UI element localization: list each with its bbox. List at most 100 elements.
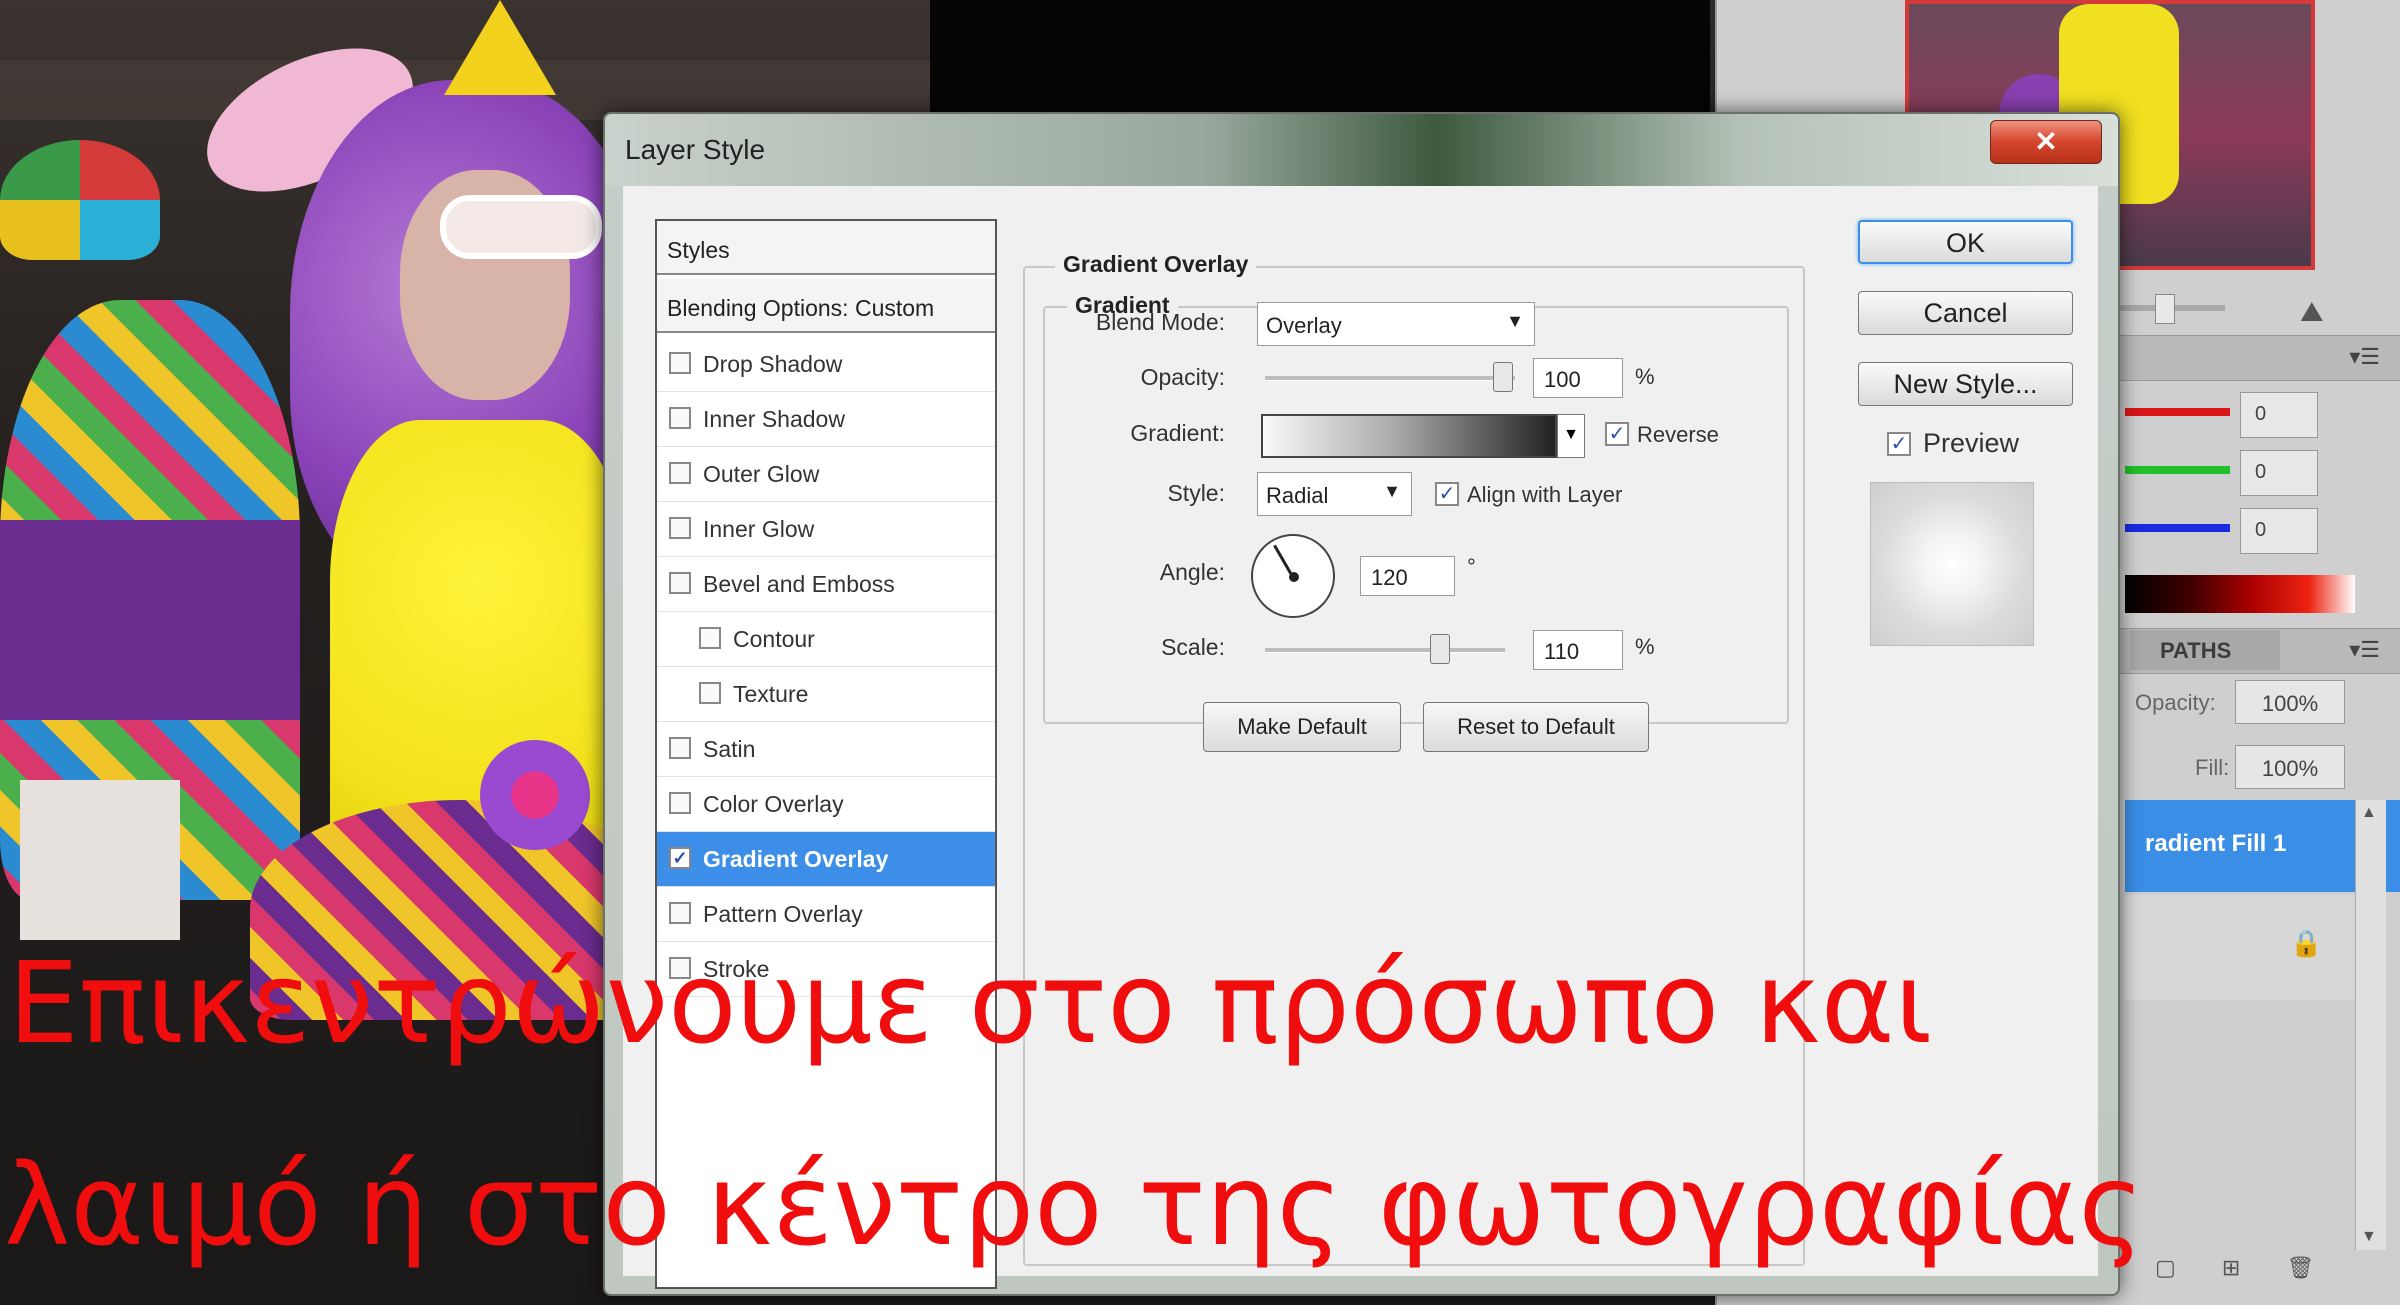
align-with-layer-label: Align with Layer — [1467, 482, 1623, 507]
style-item-label: Contour — [733, 626, 815, 652]
tab-paths[interactable]: PATHS — [2130, 630, 2280, 670]
styles-list: Styles Blending Options: Custom Drop Sha… — [655, 219, 997, 1289]
reverse-label: Reverse — [1637, 422, 1719, 447]
styles-header[interactable]: Styles — [657, 221, 995, 275]
style-item-checkbox[interactable] — [669, 407, 691, 429]
green-value[interactable]: 0 — [2240, 450, 2318, 496]
style-label: Style: — [1167, 480, 1225, 506]
gradient-swatch[interactable] — [1261, 414, 1557, 458]
blue-value[interactable]: 0 — [2240, 508, 2318, 554]
preview-checkbox[interactable]: ✓ — [1887, 432, 1911, 456]
subtitle-line-2: λαιμό ή στο κέντρο της φωτογραφίας — [4, 1141, 2145, 1271]
chevron-down-icon: ▼ — [1506, 311, 1524, 331]
flower-decoration — [480, 740, 590, 850]
style-item-checkbox[interactable] — [669, 902, 691, 924]
scale-label: Scale: — [1161, 634, 1225, 660]
panel-menu-icon[interactable]: ▾☰ — [2349, 344, 2380, 370]
new-style-button[interactable]: New Style... — [1858, 362, 2073, 406]
green-slider[interactable] — [2125, 466, 2230, 474]
style-item-label: Color Overlay — [703, 791, 844, 817]
style-item[interactable]: Drop Shadow — [657, 337, 995, 392]
scale-unit: % — [1635, 634, 1655, 659]
close-button[interactable]: ✕ — [1990, 120, 2102, 164]
opacity-label: Opacity: — [1140, 364, 1225, 390]
style-item[interactable]: Inner Glow — [657, 502, 995, 557]
layer-fill-label: Fill: — [2195, 755, 2230, 780]
style-value: Radial — [1266, 483, 1329, 508]
dark-area — [930, 0, 1710, 115]
gradient-overlay-title: Gradient Overlay — [1055, 251, 1257, 278]
scale-slider[interactable] — [1265, 648, 1505, 653]
style-item[interactable]: Bevel and Emboss — [657, 557, 995, 612]
make-default-button[interactable]: Make Default — [1203, 702, 1401, 752]
style-item[interactable]: Texture — [657, 667, 995, 722]
style-select[interactable]: Radial ▼ — [1257, 472, 1412, 516]
style-item-label: Gradient Overlay — [703, 846, 889, 872]
align-with-layer-checkbox[interactable]: ✓ — [1435, 482, 1459, 506]
cancel-button[interactable]: Cancel — [1858, 291, 2073, 335]
style-item-checkbox[interactable] — [669, 572, 691, 594]
opacity-unit: % — [1635, 364, 1655, 389]
red-slider[interactable] — [2125, 408, 2230, 416]
zoom-slider-thumb[interactable] — [2155, 294, 2175, 324]
style-item-checkbox[interactable] — [699, 682, 721, 704]
blend-mode-select[interactable]: Overlay ▼ — [1257, 302, 1535, 346]
opacity-field[interactable]: 100 — [1533, 358, 1623, 398]
zoom-in-icon[interactable]: ⛰ — [2300, 296, 2324, 329]
reverse-checkbox[interactable]: ✓ — [1605, 422, 1629, 446]
gradient-dropdown-icon[interactable]: ▼ — [1557, 414, 1585, 458]
scroll-up-icon[interactable]: ▲ — [2361, 804, 2377, 822]
panel-menu-icon[interactable]: ▾☰ — [2349, 637, 2380, 663]
style-item[interactable]: ✓ Gradient Overlay — [657, 832, 995, 887]
style-item[interactable]: Outer Glow — [657, 447, 995, 502]
blue-slider[interactable] — [2125, 524, 2230, 532]
style-item[interactable]: Color Overlay — [657, 777, 995, 832]
layer-fill-field[interactable]: 100% — [2235, 745, 2345, 789]
style-item-label: Texture — [733, 681, 809, 707]
sunglasses — [440, 195, 602, 259]
layer-style-dialog: Layer Style ✕ Styles Blending Options: C… — [603, 112, 2120, 1296]
reset-to-default-button[interactable]: Reset to Default — [1423, 702, 1649, 752]
style-item-checkbox[interactable] — [669, 792, 691, 814]
angle-unit: ° — [1467, 554, 1476, 579]
scale-slider-thumb[interactable] — [1430, 634, 1451, 664]
style-item[interactable]: Contour — [657, 612, 995, 667]
style-item[interactable]: Inner Shadow — [657, 392, 995, 447]
style-item-label: Bevel and Emboss — [703, 571, 895, 597]
opacity-slider[interactable] — [1265, 376, 1515, 381]
style-item-checkbox[interactable] — [669, 737, 691, 759]
angle-field[interactable]: 120 — [1360, 556, 1455, 596]
style-item-checkbox[interactable] — [669, 462, 691, 484]
style-item-label: Outer Glow — [703, 461, 820, 487]
preview-thumbnail — [1870, 482, 2034, 646]
subtitle-line-1: Επικεντρώνουμε στο πρόσωπο και — [8, 939, 1933, 1069]
dialog-titlebar[interactable]: Layer Style ✕ — [605, 114, 2118, 186]
angle-dial[interactable] — [1251, 534, 1335, 618]
blend-mode-label: Blend Mode: — [1095, 309, 1225, 335]
style-item-label: Inner Glow — [703, 516, 815, 542]
angle-label: Angle: — [1159, 559, 1225, 585]
gradient-label: Gradient: — [1130, 420, 1225, 446]
style-item-checkbox[interactable]: ✓ — [669, 847, 691, 869]
ok-button[interactable]: OK — [1858, 220, 2073, 264]
style-item-label: Drop Shadow — [703, 351, 843, 377]
style-item-checkbox[interactable] — [669, 352, 691, 374]
layer-opacity-label: Opacity: — [2135, 690, 2216, 715]
clown-left-hat — [0, 140, 160, 260]
style-item[interactable]: Satin — [657, 722, 995, 777]
clown-left-belt — [0, 520, 300, 720]
red-value[interactable]: 0 — [2240, 392, 2318, 438]
scale-field[interactable]: 110 — [1533, 630, 1623, 670]
style-item-label: Satin — [703, 736, 756, 762]
style-item-checkbox[interactable] — [699, 627, 721, 649]
blend-mode-value: Overlay — [1266, 313, 1342, 338]
color-spectrum[interactable] — [2125, 575, 2355, 613]
style-item-checkbox[interactable] — [669, 517, 691, 539]
preview-label: Preview — [1923, 428, 2020, 458]
layer-opacity-field[interactable]: 100% — [2235, 680, 2345, 724]
dialog-title: Layer Style — [625, 134, 766, 165]
style-item[interactable]: Pattern Overlay — [657, 887, 995, 942]
blending-options-item[interactable]: Blending Options: Custom — [657, 279, 995, 333]
opacity-slider-thumb[interactable] — [1493, 362, 1513, 392]
paper-bag — [20, 780, 180, 940]
